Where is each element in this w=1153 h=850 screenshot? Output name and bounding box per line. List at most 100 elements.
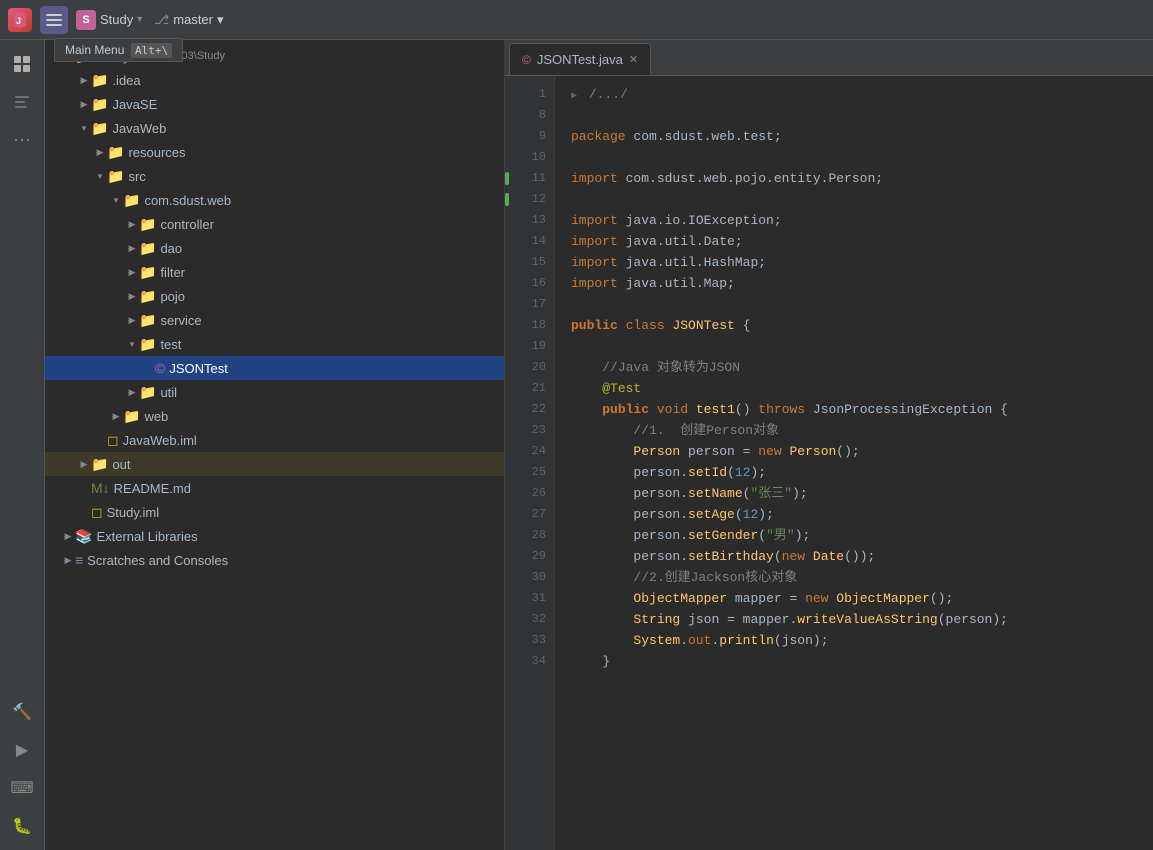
code-line-31: ObjectMapper mapper = new ObjectMapper()… <box>571 588 1153 609</box>
svg-text:J: J <box>16 16 21 26</box>
project-avatar: S <box>76 10 96 30</box>
tree-arrow-resources: ▶ <box>93 145 107 159</box>
tree-item-test[interactable]: ▾📁test <box>45 332 504 356</box>
tree-arrow-idea: ▶ <box>77 73 91 87</box>
tree-item-pojo[interactable]: ▶📁pojo <box>45 284 504 308</box>
project-name[interactable]: S Study ▾ <box>76 10 142 30</box>
tree-label-com-sdust-web: com.sdust.web <box>144 193 231 208</box>
code-line-18: public class JSONTest { <box>571 315 1153 336</box>
tree-icon-service: 📁 <box>139 312 156 329</box>
code-line-25: person.setId(12); <box>571 462 1153 483</box>
tree-label-study-iml: Study.iml <box>107 505 160 520</box>
code-line-16: import java.util.Map; <box>571 273 1153 294</box>
line-number-15: 15 <box>505 252 554 273</box>
tree-icon-jsontest: © <box>155 360 165 376</box>
tree-icon-readme: M↓ <box>91 480 110 496</box>
terminal-button[interactable]: ⌨ <box>6 772 38 804</box>
tree-item-controller[interactable]: ▶📁controller <box>45 212 504 236</box>
line-number-20: 20 <box>505 357 554 378</box>
line-number-34: 34 <box>505 651 554 672</box>
line-number-18: 18 <box>505 315 554 336</box>
tab-label: JSONTest.java <box>537 52 623 67</box>
line-numbers: 1891011121314151617181920212223242526272… <box>505 76 555 850</box>
tree-item-com-sdust-web[interactable]: ▾📁com.sdust.web <box>45 188 504 212</box>
code-line-1: ▶ /.../ <box>571 84 1153 105</box>
build-button[interactable]: 🔨 <box>6 696 38 728</box>
tree-arrow-study-iml <box>77 505 91 519</box>
line-number-12: 12 <box>505 189 554 210</box>
tree-item-web[interactable]: ▶📁web <box>45 404 504 428</box>
line-number-17: 17 <box>505 294 554 315</box>
code-line-26: person.setName("张三"); <box>571 483 1153 504</box>
tree-item-dao[interactable]: ▶📁dao <box>45 236 504 260</box>
code-content[interactable]: ▶ /.../ package com.sdust.web.test; impor… <box>555 76 1153 850</box>
tree-label-test: test <box>160 337 181 352</box>
tree-label-resources: resources <box>128 145 185 160</box>
tree-arrow-jsontest <box>141 361 155 375</box>
tree-item-out[interactable]: ▶📁out <box>45 452 504 476</box>
code-line-33: System.out.println(json); <box>571 630 1153 651</box>
tree-item-javaweb[interactable]: ▾📁JavaWeb <box>45 116 504 140</box>
line-number-26: 26 <box>505 483 554 504</box>
tab-jsontest[interactable]: © JSONTest.java ✕ <box>509 43 651 75</box>
tree-arrow-dao: ▶ <box>125 241 139 255</box>
tree-item-idea[interactable]: ▶📁.idea <box>45 68 504 92</box>
code-line-19 <box>571 336 1153 357</box>
tree-item-resources[interactable]: ▶📁resources <box>45 140 504 164</box>
tree-label-scratches: Scratches and Consoles <box>87 553 228 568</box>
code-line-24: Person person = new Person(); <box>571 441 1153 462</box>
structure-button[interactable] <box>6 86 38 118</box>
line-number-22: 22 <box>505 399 554 420</box>
line-number-9: 9 <box>505 126 554 147</box>
tree-icon-filter: 📁 <box>139 264 156 281</box>
tree-label-controller: controller <box>160 217 213 232</box>
line-number-27: 27 <box>505 504 554 525</box>
tree-label-jsontest: JSONTest <box>169 361 228 376</box>
line-number-14: 14 <box>505 231 554 252</box>
code-line-12 <box>571 189 1153 210</box>
tree-item-service[interactable]: ▶📁service <box>45 308 504 332</box>
line-number-28: 28 <box>505 525 554 546</box>
file-tree: ▾📁StudyE:\java2403\Study▶📁.idea▶📁JavaSE▾… <box>45 40 505 850</box>
tree-icon-util: 📁 <box>139 384 156 401</box>
tree-arrow-javaweb: ▾ <box>77 121 91 135</box>
branch-selector[interactable]: ⎇ master ▾ <box>154 12 223 28</box>
line-number-21: 21 <box>505 378 554 399</box>
line-number-24: 24 <box>505 441 554 462</box>
tree-item-ext-libs[interactable]: ▶📚External Libraries <box>45 524 504 548</box>
tree-item-filter[interactable]: ▶📁filter <box>45 260 504 284</box>
tree-label-dao: dao <box>160 241 182 256</box>
code-editor[interactable]: 1891011121314151617181920212223242526272… <box>505 76 1153 850</box>
tree-item-scratches[interactable]: ▶≡Scratches and Consoles <box>45 548 504 572</box>
line-number-23: 23 <box>505 420 554 441</box>
tab-close-button[interactable]: ✕ <box>629 53 638 66</box>
tree-item-util[interactable]: ▶📁util <box>45 380 504 404</box>
tree-item-javaweb-iml[interactable]: ◻JavaWeb.iml <box>45 428 504 452</box>
tree-item-javase[interactable]: ▶📁JavaSE <box>45 92 504 116</box>
line-number-8: 8 <box>505 105 554 126</box>
tree-icon-web: 📁 <box>123 408 140 425</box>
tree-icon-com-sdust-web: 📁 <box>123 192 140 209</box>
tree-item-jsontest[interactable]: © JSONTest <box>45 356 504 380</box>
line-number-10: 10 <box>505 147 554 168</box>
tree-item-src[interactable]: ▾📁src <box>45 164 504 188</box>
tree-label-javaweb-iml: JavaWeb.iml <box>123 433 197 448</box>
tree-arrow-out: ▶ <box>77 457 91 471</box>
app-icon: J <box>8 8 32 32</box>
line-number-30: 30 <box>505 567 554 588</box>
branch-chevron: ▾ <box>217 12 224 28</box>
code-line-23: //1. 创建Person对象 <box>571 420 1153 441</box>
run-button[interactable]: ▶ <box>6 734 38 766</box>
debug-button[interactable]: 🐛 <box>6 810 38 842</box>
line-number-16: 16 <box>505 273 554 294</box>
project-view-button[interactable] <box>6 48 38 80</box>
main-menu-button[interactable] <box>40 6 68 34</box>
code-line-13: import java.io.IOException; <box>571 210 1153 231</box>
code-line-9: package com.sdust.web.test; <box>571 126 1153 147</box>
main-layout: ⋯ 🔨 ▶ ⌨ 🐛 ▾📁StudyE:\java2403\Study▶📁.ide… <box>0 40 1153 850</box>
tree-item-readme[interactable]: M↓README.md <box>45 476 504 500</box>
tree-item-study-iml[interactable]: ◻Study.iml <box>45 500 504 524</box>
iconbar: ⋯ 🔨 ▶ ⌨ 🐛 <box>0 40 45 850</box>
tree-arrow-ext-libs: ▶ <box>61 529 75 543</box>
more-button[interactable]: ⋯ <box>6 124 38 156</box>
